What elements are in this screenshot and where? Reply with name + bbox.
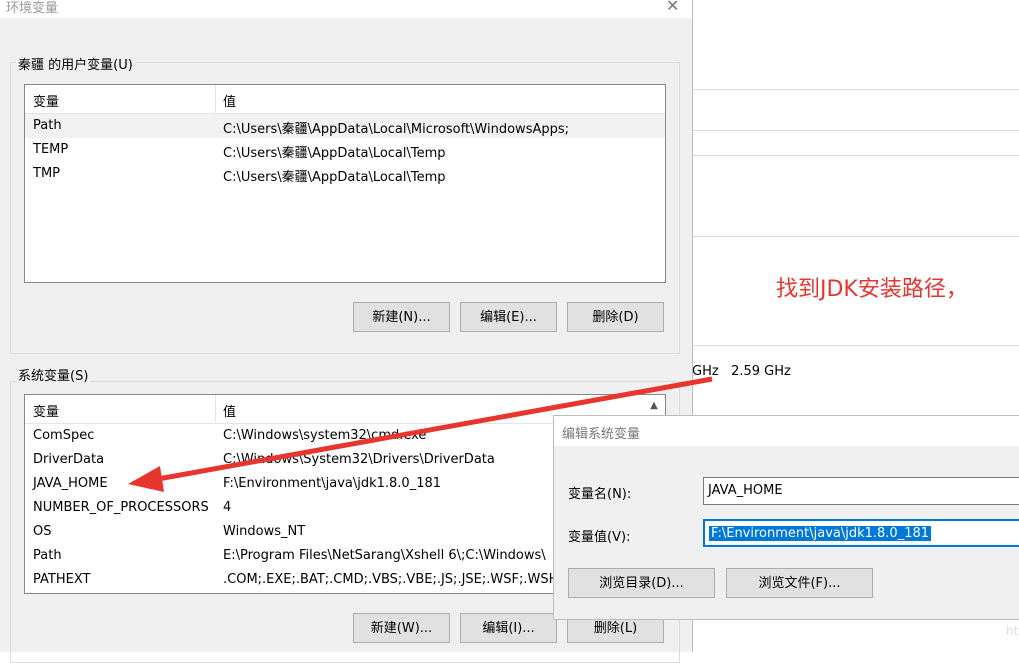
variable-name-label: 变量名(N): [568, 487, 632, 502]
arrow-head [128, 466, 164, 492]
variable-name-value: JAVA_HOME [708, 483, 783, 498]
annotation-text: 找到JDK安装路径， [776, 277, 968, 302]
variable-name-field[interactable]: JAVA_HOME [703, 477, 1019, 505]
variable-value-field[interactable]: F:\Environment\java\jdk1.8.0_181 [703, 519, 1019, 547]
browse-file-button[interactable]: 浏览文件(F)... [726, 568, 873, 598]
variable-value-selection: F:\Environment\java\jdk1.8.0_181 [709, 526, 932, 541]
browse-directory-button[interactable]: 浏览目录(D)... [568, 568, 715, 598]
dialog-title: 编辑系统变量 [562, 427, 641, 442]
watermark: ht [1006, 624, 1019, 638]
variable-value-label: 变量值(V): [568, 530, 631, 545]
edit-system-variable-dialog: 编辑系统变量 变量名(N): JAVA_HOME 变量值(V): F:\Envi… [553, 415, 1019, 620]
title-bar: 编辑系统变量 [554, 416, 1019, 446]
